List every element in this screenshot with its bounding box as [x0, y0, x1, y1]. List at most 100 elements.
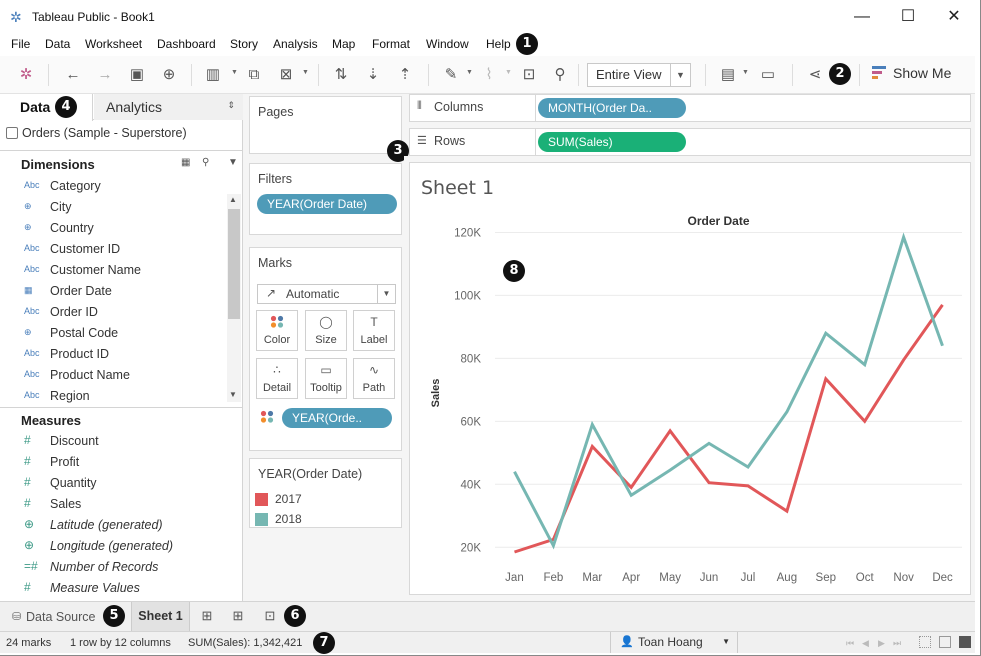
chevron-down-icon[interactable]: ▼: [505, 69, 512, 76]
measure-field-icon: #: [24, 496, 31, 510]
rows-pill[interactable]: SUM(Sales): [538, 132, 686, 152]
fix-axes-icon[interactable]: ⚲: [549, 64, 571, 86]
size-button[interactable]: ◯ Size: [305, 310, 347, 351]
scroll-down-icon[interactable]: ▼: [229, 390, 237, 399]
path-icon: ∿: [368, 363, 380, 377]
chevron-down-icon[interactable]: ▼: [302, 69, 309, 76]
series-line-2017: [514, 304, 944, 554]
rows-shelf[interactable]: ☰ Rows SUM(Sales): [409, 128, 971, 156]
redo-icon[interactable]: →: [94, 64, 116, 86]
color-button[interactable]: Color: [256, 310, 298, 351]
menu-dashboard[interactable]: Dashboard: [157, 37, 216, 51]
marks-color-pill[interactable]: YEAR(Orde..: [282, 408, 392, 428]
minimize-button[interactable]: —: [840, 4, 884, 30]
last-sheet-icon[interactable]: ⏭: [893, 638, 901, 649]
fit-view-select[interactable]: Entire View ▼: [587, 63, 691, 87]
scroll-up-icon[interactable]: ▲: [229, 195, 237, 204]
chevron-down-icon[interactable]: ▼: [231, 69, 238, 76]
dimensions-scrollbar[interactable]: ▲ ▼: [227, 194, 241, 402]
columns-shelf[interactable]: ⦀ Columns MONTH(Order Da..: [409, 94, 971, 122]
undo-icon[interactable]: ←: [62, 64, 84, 86]
sort-icon[interactable]: ⇕: [227, 100, 235, 111]
detail-button[interactable]: ∴ Detail: [256, 358, 298, 399]
tab-analytics[interactable]: Analytics ⇕: [94, 94, 243, 120]
data-source-tab[interactable]: ⛁ Data Source: [4, 607, 95, 629]
show-me-button[interactable]: Show Me: [872, 65, 951, 81]
view-as-list-icon[interactable]: ▦: [181, 157, 190, 168]
columns-pill[interactable]: MONTH(Order Da..: [538, 98, 686, 118]
geo-measure-icon: ⊕: [24, 538, 35, 552]
new-dashboard-icon[interactable]: ⊞: [228, 608, 248, 626]
user-menu[interactable]: 👤 Toan Hoang ▼: [610, 632, 738, 653]
group-members-icon[interactable]: ⌇: [478, 64, 500, 86]
show-mark-labels-icon[interactable]: ⊡: [518, 64, 540, 86]
filter-pill[interactable]: YEAR(Order Date): [257, 194, 397, 214]
sort-descending-icon[interactable]: ⇡: [394, 64, 416, 86]
close-button[interactable]: ✕: [932, 4, 976, 30]
tab-analytics-label: Analytics: [106, 99, 163, 115]
chevron-down-icon[interactable]: ▼: [722, 637, 730, 646]
sort-ascending-icon[interactable]: ⇣: [362, 64, 384, 86]
menu-help[interactable]: Help: [486, 37, 511, 51]
legend-card: YEAR(Order Date) 2017 2018: [249, 458, 402, 528]
show-filmstrip-icon[interactable]: [919, 636, 931, 648]
chevron-down-icon[interactable]: ▼: [228, 157, 238, 168]
label-label: Label: [360, 334, 388, 346]
clear-sheet-icon[interactable]: ⊠: [275, 64, 297, 86]
menu-file[interactable]: File: [11, 37, 30, 51]
path-button[interactable]: ∿ Path: [353, 358, 395, 399]
tooltip-button[interactable]: ▭ Tooltip: [305, 358, 347, 399]
menu-story[interactable]: Story: [230, 37, 258, 51]
show-cards-icon[interactable]: ▤: [717, 64, 739, 86]
mark-type-select[interactable]: ↗ Automatic ▼: [257, 284, 396, 304]
save-icon[interactable]: ▣: [126, 64, 148, 86]
measure-field-icon: #: [24, 454, 31, 468]
prev-sheet-icon[interactable]: ◀: [862, 638, 869, 649]
show-tabs-icon[interactable]: [939, 636, 951, 648]
swap-rows-columns-icon[interactable]: ⇅: [330, 64, 352, 86]
legend-label: 2018: [275, 512, 302, 526]
menu-worksheet[interactable]: Worksheet: [85, 37, 142, 51]
tableau-home-icon[interactable]: ✲: [15, 64, 37, 86]
search-icon[interactable]: ⚲: [202, 157, 209, 168]
new-story-icon[interactable]: ⊡: [260, 608, 280, 626]
show-sheet-sorter-icon[interactable]: [959, 636, 971, 648]
share-icon[interactable]: ⋖: [804, 64, 826, 86]
chevron-down-icon[interactable]: ▼: [466, 69, 473, 76]
menu-analysis[interactable]: Analysis: [273, 37, 318, 51]
highlight-icon[interactable]: ✎: [440, 64, 462, 86]
new-worksheet-icon[interactable]: ⊞: [197, 608, 217, 626]
legend-swatch-2018: [255, 513, 268, 526]
sheet-tab-active[interactable]: Sheet 1: [131, 602, 190, 632]
callout-7: 7: [313, 632, 335, 654]
toolbar-divider: [705, 64, 706, 86]
new-worksheet-icon[interactable]: ▥: [202, 64, 224, 86]
duplicate-sheet-icon[interactable]: ⧉: [243, 64, 265, 86]
menu-window[interactable]: Window: [426, 37, 469, 51]
menu-map[interactable]: Map: [332, 37, 355, 51]
chevron-down-icon[interactable]: ▼: [377, 285, 395, 303]
next-sheet-icon[interactable]: ▶: [878, 638, 885, 649]
worksheet-view[interactable]: Sheet 1 Order Date 20K 40K 60K 80K 100K 120K Sa…: [409, 162, 971, 595]
toolbar-divider: [428, 64, 429, 86]
menu-format[interactable]: Format: [372, 37, 410, 51]
title-bar: ✲ Tableau Public - Book1 — ☐ ✕: [0, 0, 975, 34]
user-icon: 👤: [620, 636, 634, 648]
sales-line-chart[interactable]: Order Date 20K 40K 60K 80K 100K 120K Sales Jan Fe…: [410, 163, 972, 596]
pages-card[interactable]: Pages: [249, 96, 402, 154]
label-button[interactable]: T Label: [353, 310, 395, 351]
first-sheet-icon[interactable]: ⏮: [846, 638, 854, 649]
chevron-down-icon[interactable]: ▼: [670, 64, 690, 86]
tab-data[interactable]: Data: [0, 94, 93, 121]
chevron-down-icon[interactable]: ▼: [742, 69, 749, 76]
menu-data[interactable]: Data: [45, 37, 70, 51]
presentation-mode-icon[interactable]: ▭: [757, 64, 779, 86]
callout-6: 6: [284, 605, 306, 627]
scrollbar-thumb[interactable]: [228, 209, 240, 319]
datasource-name[interactable]: Orders (Sample - Superstore): [22, 126, 187, 140]
geo-field-icon: ⊕: [24, 222, 32, 232]
filters-card[interactable]: Filters YEAR(Order Date): [249, 163, 402, 235]
new-datasource-icon[interactable]: ⊕: [158, 64, 180, 86]
dimensions-label: Dimensions: [21, 157, 95, 172]
maximize-button[interactable]: ☐: [886, 4, 930, 30]
